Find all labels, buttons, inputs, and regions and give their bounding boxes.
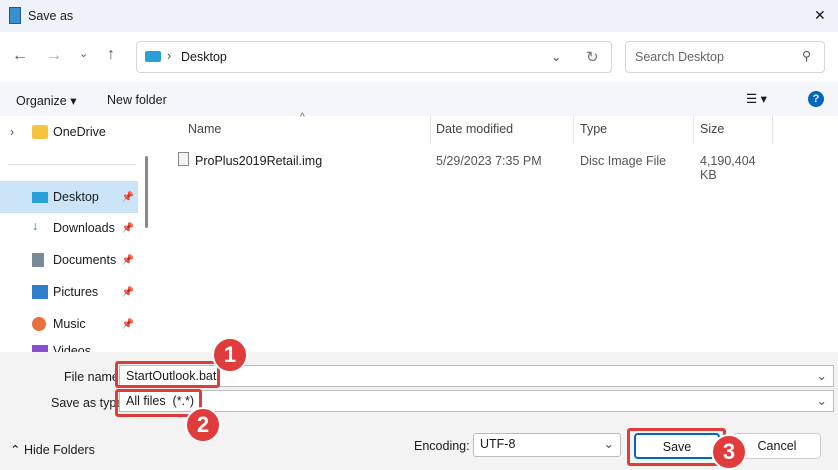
- divider: [8, 164, 136, 165]
- file-name-label: File name:: [64, 370, 123, 384]
- chevron-down-icon[interactable]: ⌄: [604, 434, 614, 454]
- sidebar-item-desktop[interactable]: Desktop 📌: [0, 181, 138, 213]
- pictures-icon: [32, 285, 48, 299]
- encoding-label: Encoding:: [414, 439, 470, 453]
- help-icon[interactable]: ?: [808, 91, 824, 107]
- new-folder-button[interactable]: New folder: [107, 93, 167, 107]
- chevron-up-icon: ⌃: [10, 443, 21, 457]
- sidebar-scrollbar[interactable]: [145, 156, 148, 228]
- search-icon: ⚲: [802, 49, 812, 63]
- column-divider: [693, 116, 694, 144]
- recent-dropdown[interactable]: ⌄: [79, 47, 88, 60]
- sidebar-item-label: Desktop: [53, 190, 99, 204]
- file-size: 4,190,404 KB: [700, 154, 756, 182]
- sidebar-item-label: OneDrive: [53, 125, 106, 139]
- pin-icon: 📌: [121, 254, 134, 266]
- sidebar-item-label: Pictures: [53, 285, 99, 299]
- download-icon: ↓: [32, 219, 39, 233]
- hide-folders-label: Hide Folders: [23, 443, 95, 457]
- refresh-icon[interactable]: ↻: [586, 48, 599, 66]
- sort-ascending-icon: ^: [300, 112, 305, 123]
- sidebar-item-downloads[interactable]: ↓ Downloads 📌: [0, 213, 138, 243]
- toolbar: Organize ▾ New folder ☰ ▾ ?: [0, 82, 838, 116]
- hide-folders-button[interactable]: ⌃ Hide Folders: [10, 442, 95, 457]
- desktop-icon: [145, 51, 161, 62]
- file-type: Disc Image File: [580, 154, 667, 168]
- column-header-date[interactable]: Date modified: [436, 122, 513, 136]
- file-date: 5/29/2023 7:35 PM: [436, 154, 542, 168]
- sidebar-item-pictures[interactable]: Pictures 📌: [0, 277, 138, 307]
- back-button[interactable]: ←: [12, 47, 28, 65]
- annotation-box-file-name: [115, 361, 220, 388]
- chevron-down-icon[interactable]: ⌄: [817, 366, 827, 386]
- chevron-right-icon: ›: [167, 49, 172, 63]
- column-divider: [772, 116, 773, 144]
- title-bar: Save as ✕: [0, 0, 838, 32]
- view-options-icon[interactable]: ☰ ▾: [746, 91, 767, 106]
- forward-button[interactable]: →: [46, 47, 62, 65]
- column-header-type[interactable]: Type: [580, 122, 607, 136]
- table-row[interactable]: ProPlus2019Retail.img 5/29/2023 7:35 PM …: [173, 150, 773, 182]
- close-button[interactable]: ✕: [814, 7, 826, 24]
- column-header-size[interactable]: Size: [700, 122, 724, 136]
- sidebar-item-documents[interactable]: Documents 📌: [0, 245, 138, 275]
- address-bar[interactable]: › Desktop ⌄ ↻: [136, 41, 612, 73]
- sidebar-item-label: Music: [53, 317, 86, 331]
- pin-icon: 📌: [121, 191, 134, 203]
- sidebar-item-music[interactable]: Music 📌: [0, 309, 138, 339]
- sidebar-item-videos[interactable]: Videos: [0, 341, 138, 352]
- column-divider: [430, 116, 431, 144]
- cancel-label: Cancel: [757, 439, 797, 453]
- pin-icon: 📌: [121, 286, 134, 298]
- window-title: Save as: [28, 9, 74, 23]
- sidebar-item-onedrive[interactable]: › OneDrive: [0, 117, 138, 147]
- save-as-type-select[interactable]: All files (*.*) ⌄: [119, 390, 834, 412]
- column-header-name[interactable]: Name: [188, 122, 221, 136]
- organize-menu[interactable]: Organize ▾: [16, 93, 76, 108]
- encoding-select[interactable]: UTF-8 ⌄: [473, 433, 621, 457]
- file-name: ProPlus2019Retail.img: [195, 154, 323, 168]
- disc-image-icon: [178, 152, 189, 166]
- address-path: Desktop: [181, 50, 227, 64]
- videos-icon: [32, 345, 48, 352]
- sidebar-item-label: Downloads: [53, 221, 115, 235]
- annotation-badge-1: 1: [212, 337, 248, 373]
- music-icon: [32, 317, 46, 331]
- address-dropdown-icon[interactable]: ⌄: [551, 49, 561, 64]
- annotation-badge-3: 3: [711, 434, 747, 470]
- file-list: ^ Name Date modified Type Size ProPlus20…: [155, 112, 838, 352]
- desktop-icon: [32, 191, 48, 203]
- search-input[interactable]: Search Desktop: [635, 50, 724, 64]
- folder-icon: [32, 125, 48, 139]
- notepad-icon: [9, 7, 21, 24]
- search-box[interactable]: Search Desktop ⚲: [625, 41, 825, 73]
- sidebar-item-label: Documents: [53, 253, 117, 267]
- sidebar-item-label: Videos: [53, 344, 91, 352]
- column-divider: [573, 116, 574, 144]
- expand-icon[interactable]: ›: [10, 125, 14, 139]
- pin-icon: 📌: [121, 222, 134, 234]
- organize-label: Organize: [16, 94, 67, 108]
- pin-icon: 📌: [121, 318, 134, 330]
- encoding-value: UTF-8: [480, 437, 516, 451]
- navigation-pane: › OneDrive Desktop 📌 ↓ Downloads 📌 Documents…: [0, 116, 155, 352]
- up-button[interactable]: ↑: [107, 46, 115, 64]
- chevron-down-icon[interactable]: ⌄: [817, 391, 827, 411]
- annotation-badge-2: 2: [185, 407, 221, 443]
- documents-icon: [32, 253, 44, 267]
